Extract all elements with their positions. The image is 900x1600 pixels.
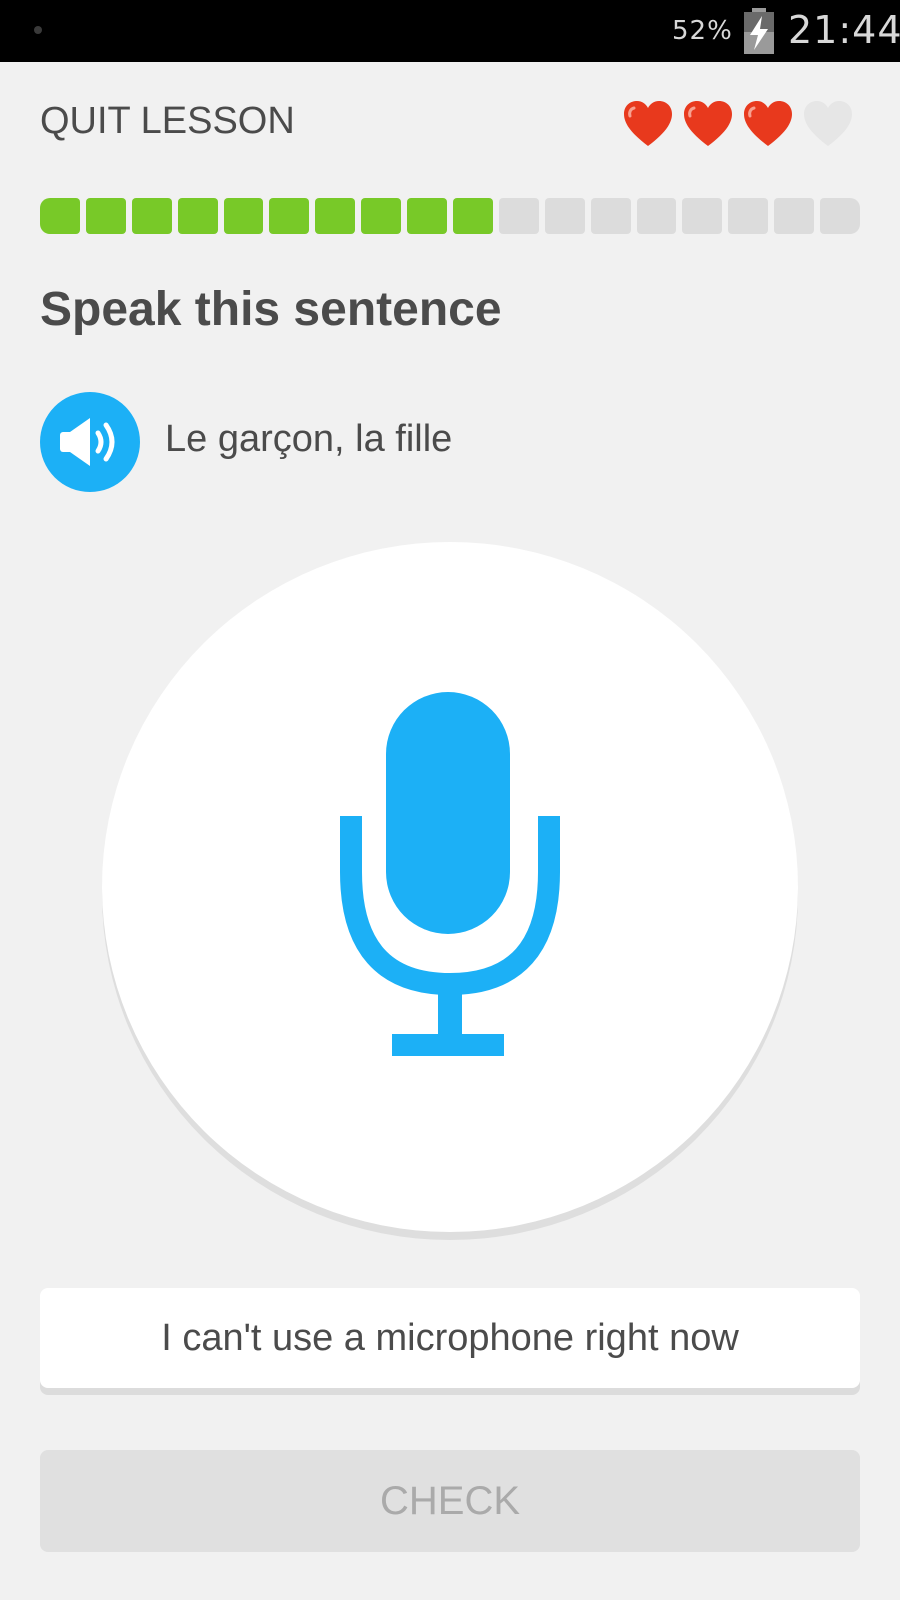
hearts xyxy=(622,100,854,148)
check-button[interactable]: CHECK xyxy=(40,1450,860,1552)
status-bar: 52% 21:44 xyxy=(0,0,900,62)
battery-charging-icon xyxy=(744,8,774,54)
cant-use-microphone-button[interactable]: I can't use a microphone right now xyxy=(40,1288,860,1388)
challenge-title: Speak this sentence xyxy=(40,283,502,336)
play-audio-button[interactable] xyxy=(40,392,140,492)
quit-lesson-button[interactable]: QUIT LESSON xyxy=(40,100,295,143)
microphone-record-button[interactable] xyxy=(102,542,798,1232)
progress-segment-incomplete xyxy=(820,198,861,234)
progress-segment-complete xyxy=(40,198,80,234)
progress-segment-complete xyxy=(269,198,310,234)
progress-segment-complete xyxy=(131,198,172,234)
progress-segment-incomplete xyxy=(682,198,723,234)
lesson-progress-bar xyxy=(40,198,861,234)
progress-segment-complete xyxy=(315,198,356,234)
progress-segment-complete xyxy=(85,198,126,234)
progress-segment-incomplete xyxy=(636,198,677,234)
progress-segment-incomplete xyxy=(498,198,539,234)
heart-full-icon xyxy=(744,101,792,146)
heart-full-icon xyxy=(624,101,672,146)
notification-dot-icon xyxy=(34,26,42,34)
battery-percent: 52% xyxy=(672,16,733,46)
progress-segment-incomplete xyxy=(774,198,815,234)
heart-full-icon xyxy=(684,101,732,146)
progress-segment-complete xyxy=(453,198,493,234)
progress-segment-incomplete xyxy=(728,198,769,234)
progress-segment-incomplete xyxy=(544,198,585,234)
progress-segment-complete xyxy=(223,198,264,234)
sentence-text: Le garçon, la fille xyxy=(165,418,453,460)
progress-segment-complete xyxy=(177,198,218,234)
heart-empty-icon xyxy=(804,101,852,146)
speaker-icon xyxy=(60,418,115,466)
clock: 21:44 xyxy=(788,8,900,52)
progress-segment-complete xyxy=(407,198,448,234)
progress-segment-incomplete xyxy=(590,198,631,234)
microphone-icon xyxy=(340,692,560,1056)
progress-segment-complete xyxy=(361,198,402,234)
